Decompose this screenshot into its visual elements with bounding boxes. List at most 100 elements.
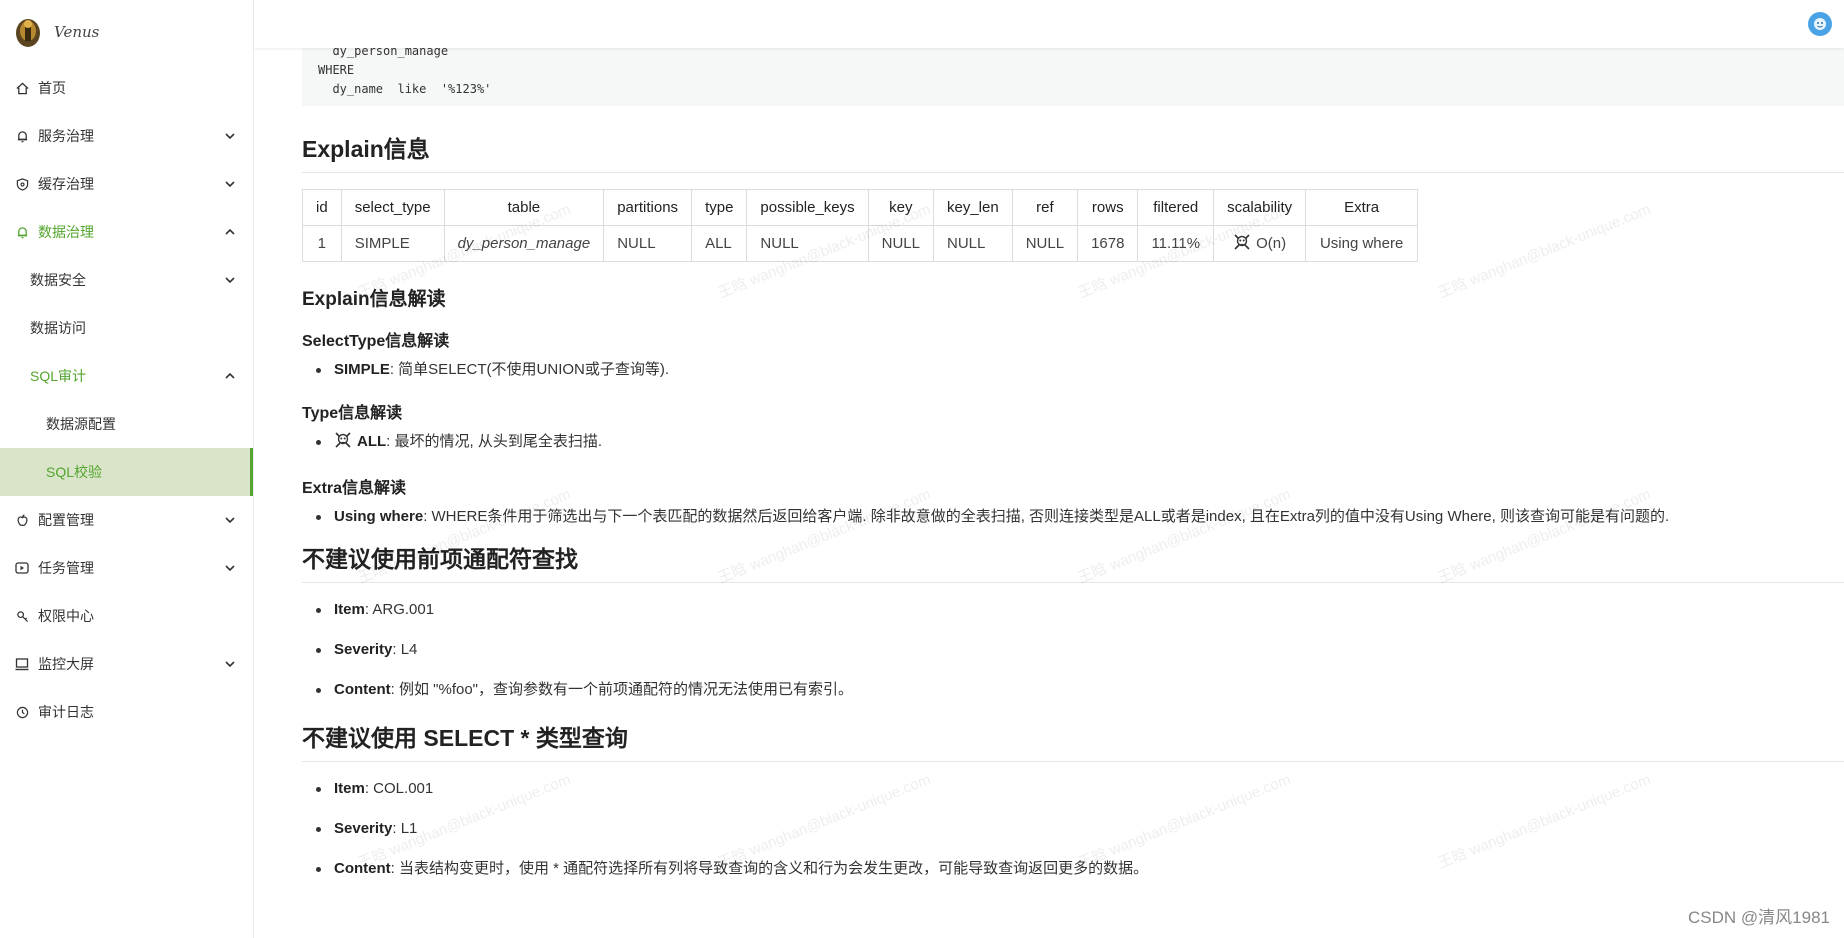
col-header: Extra <box>1305 189 1419 226</box>
sidebar-nav: 首页 服务治理 缓存治理 数据治理 数据安全 数据访问 SQL审计 数据源配置 … <box>0 64 253 736</box>
content-value: : 当表结构变更时，使用 * 通配符选择所有列将导致查询的含义和行为会发生更改，… <box>390 860 1149 877</box>
logo-text: Venus <box>54 23 100 41</box>
severity-label: Severity <box>334 641 393 658</box>
col-header: key <box>867 189 935 226</box>
sidebar-item-monitor[interactable]: 监控大屏 <box>0 640 253 688</box>
list-item: Severity: L4 <box>302 639 1844 661</box>
extra-title: Extra信息解读 <box>302 480 407 497</box>
skull-icon <box>1233 233 1251 255</box>
col-header: ref <box>1011 189 1079 226</box>
top-header <box>254 0 1844 48</box>
sql-check-result: dy_person_manage WHERE dy_name like '%123… <box>302 48 1844 898</box>
type-list: ALL: 最坏的情况, 从头到尾全表扫描. <box>302 431 1844 456</box>
chevron-down-icon <box>223 129 237 143</box>
col-header: filtered <box>1137 189 1215 226</box>
sidebar-item-home[interactable]: 首页 <box>0 64 253 112</box>
list-item: Severity: L1 <box>302 818 1844 840</box>
explain-title: Explain信息 <box>302 130 1844 173</box>
rule-col001-title: 不建议使用 SELECT * 类型查询 <box>302 719 1844 762</box>
code-line: dy_name like '%123%' <box>318 82 492 96</box>
sidebar-item-config[interactable]: 配置管理 <box>0 496 253 544</box>
logo[interactable]: Venus <box>0 0 253 64</box>
type-title: Type信息解读 <box>302 405 403 422</box>
chevron-down-icon <box>223 561 237 575</box>
bell-icon <box>14 224 30 240</box>
sidebar-item-datasource-config[interactable]: 数据源配置 <box>0 400 253 448</box>
chevron-down-icon <box>223 273 237 287</box>
main-content: dy_person_manage WHERE dy_name like '%123… <box>254 48 1844 938</box>
cell-filtered: 11.11% <box>1137 225 1215 262</box>
home-icon <box>14 80 30 96</box>
venus-logo-icon <box>14 15 42 49</box>
sidebar: Venus 首页 服务治理 缓存治理 数据治理 数据安全 数据访问 SQL审计 … <box>0 0 254 938</box>
col-header: scalability <box>1213 189 1307 226</box>
item-key: SIMPLE <box>334 361 390 378</box>
content-value: : 例如 "%foo"，查询参数有一个前项通配符的情况无法使用已有索引。 <box>390 681 854 698</box>
sidebar-item-sql-audit[interactable]: SQL审计 <box>0 352 253 400</box>
cell-possible-keys: NULL <box>746 225 869 262</box>
chevron-down-icon <box>223 513 237 527</box>
cell-scalability: O(n) <box>1213 225 1307 262</box>
code-line: dy_person_manage <box>318 48 449 58</box>
interpret-title: Explain信息解读 <box>302 289 446 310</box>
item-label: Item <box>334 780 365 797</box>
col-header: select_type <box>340 189 445 226</box>
sidebar-item-data-governance[interactable]: 数据治理 <box>0 208 253 256</box>
sidebar-item-tasks[interactable]: 任务管理 <box>0 544 253 592</box>
key-icon <box>14 608 30 624</box>
clock-icon <box>14 704 30 720</box>
sidebar-item-audit-log[interactable]: 审计日志 <box>0 688 253 736</box>
sql-code-block: dy_person_manage WHERE dy_name like '%123… <box>302 48 1844 106</box>
sidebar-item-permission[interactable]: 权限中心 <box>0 592 253 640</box>
item-value: : COL.001 <box>364 780 434 797</box>
col-header: partitions <box>603 189 693 226</box>
cell-id: 1 <box>302 225 342 262</box>
bell-icon <box>14 128 30 144</box>
rule-arg001-list: Item: ARG.001 Severity: L4 Content: 例如 "… <box>302 599 1844 701</box>
item-label: Item <box>334 601 365 618</box>
list-item: Item: COL.001 <box>302 778 1844 800</box>
col-header: rows <box>1077 189 1139 226</box>
cell-key-len: NULL <box>933 225 1013 262</box>
chevron-down-icon <box>223 657 237 671</box>
sidebar-item-cache[interactable]: 缓存治理 <box>0 160 253 208</box>
content-label: Content <box>334 860 391 877</box>
list-item: ALL: 最坏的情况, 从头到尾全表扫描. <box>302 431 1844 456</box>
item-key: Using where <box>334 508 424 525</box>
sidebar-item-data-security[interactable]: 数据安全 <box>0 256 253 304</box>
item-text: : 简单SELECT(不使用UNION或子查询等). <box>389 361 670 378</box>
chevron-up-icon <box>223 225 237 239</box>
play-icon <box>14 560 30 576</box>
chevron-up-icon <box>223 369 237 383</box>
cell-select-type: SIMPLE <box>340 225 445 262</box>
sidebar-item-service[interactable]: 服务治理 <box>0 112 253 160</box>
code-line: WHERE <box>318 63 355 77</box>
severity-label: Severity <box>334 820 393 837</box>
list-item: SIMPLE: 简单SELECT(不使用UNION或子查询等). <box>302 359 1844 381</box>
apple-icon <box>14 512 30 528</box>
list-item: Using where: WHERE条件用于筛选出与下一个表匹配的数据然后返回给… <box>302 506 1844 528</box>
col-header: table <box>443 189 605 226</box>
col-header: id <box>302 189 342 226</box>
cell-type: ALL <box>691 225 748 262</box>
skull-icon <box>334 431 352 456</box>
scalability-value: O(n) <box>1256 234 1287 252</box>
item-key: ALL <box>357 433 387 450</box>
table-row: 1 SIMPLE dy_person_manage NULL ALL NULL … <box>302 225 1419 262</box>
avatar[interactable] <box>1808 12 1832 36</box>
cell-partitions: NULL <box>603 225 693 262</box>
explain-table: id select_type table partitions type pos… <box>302 189 1419 262</box>
col-header: key_len <box>933 189 1013 226</box>
severity-value: : L4 <box>392 641 418 658</box>
cell-key: NULL <box>867 225 935 262</box>
item-value: : ARG.001 <box>364 601 435 618</box>
col-header: type <box>691 189 748 226</box>
rule-col001-list: Item: COL.001 Severity: L1 Content: 当表结构… <box>302 778 1844 880</box>
list-item: Item: ARG.001 <box>302 599 1844 621</box>
select-type-list: SIMPLE: 简单SELECT(不使用UNION或子查询等). <box>302 359 1844 381</box>
list-item: Content: 当表结构变更时，使用 * 通配符选择所有列将导致查询的含义和行… <box>302 858 1844 880</box>
rule-arg001-title: 不建议使用前项通配符查找 <box>302 540 1844 583</box>
cell-rows: 1678 <box>1077 225 1139 262</box>
sidebar-item-sql-check[interactable]: SQL校验 <box>0 448 253 496</box>
sidebar-item-data-access[interactable]: 数据访问 <box>0 304 253 352</box>
